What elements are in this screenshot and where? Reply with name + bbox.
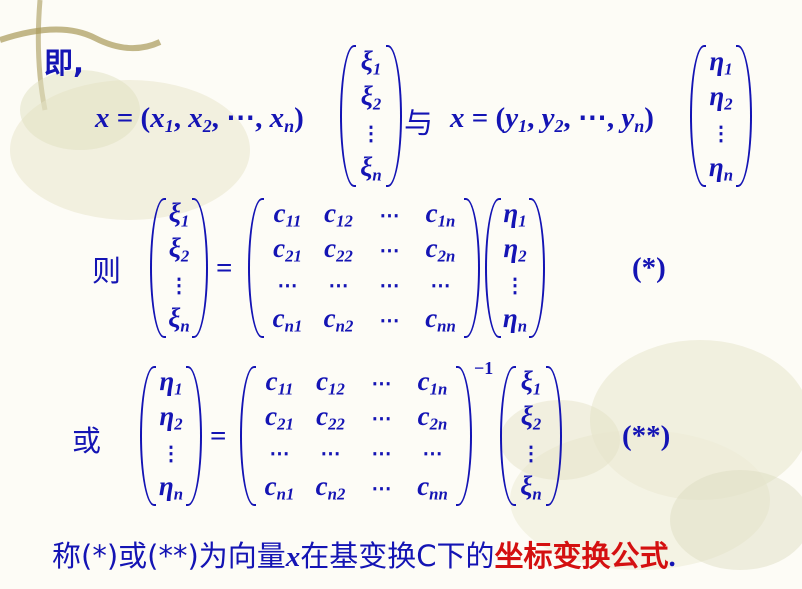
star-tag: (*) — [632, 252, 666, 284]
then-label: 则 — [92, 254, 122, 288]
star-equals: = — [216, 252, 233, 284]
dstar-equals: = — [210, 420, 227, 452]
conclusion-highlight: 坐标变换公式 — [494, 539, 669, 573]
eq2-eta-vector: η1 η2 ⋮ ηn — [690, 45, 752, 187]
star-c-matrix: c11 c12 ⋯ c1n c21 c22 ⋯ c2n ⋯ ⋯ ⋯ ⋯ cn1 … — [248, 198, 480, 338]
dstar-eta-vector: η1 η2 ⋮ ηn — [140, 366, 202, 506]
inverse-exponent: −1 — [474, 358, 494, 378]
or-label: 或 — [72, 424, 102, 458]
eq1-row-vector: x = (x1, x2, ⋯, xn) — [95, 102, 304, 137]
connector-text: 与 — [404, 106, 434, 140]
dstar-c-matrix: c11 c12 ⋯ c1n c21 c22 ⋯ c2n ⋯ ⋯ ⋯ ⋯ cn1 … — [240, 366, 472, 506]
star-eta-vector: η1 η2 ⋮ ηn — [485, 198, 545, 338]
dstar-tag: (**) — [622, 420, 671, 452]
dstar-xi-vector: ξ1 ξ2 ⋮ ξn — [500, 366, 562, 506]
star-xi-vector: ξ1 ξ2 ⋮ ξn — [150, 198, 208, 338]
eq2-row-vector: x = (y1, y2, ⋯, yn) — [450, 102, 654, 137]
lead-text: 即, — [44, 46, 85, 80]
conclusion-text: 称(*)或(**)为向量x在基变换C下的坐标变换公式. — [52, 539, 676, 573]
eq1-xi-vector: ξ1 ξ2 ⋮ ξn — [340, 45, 402, 187]
